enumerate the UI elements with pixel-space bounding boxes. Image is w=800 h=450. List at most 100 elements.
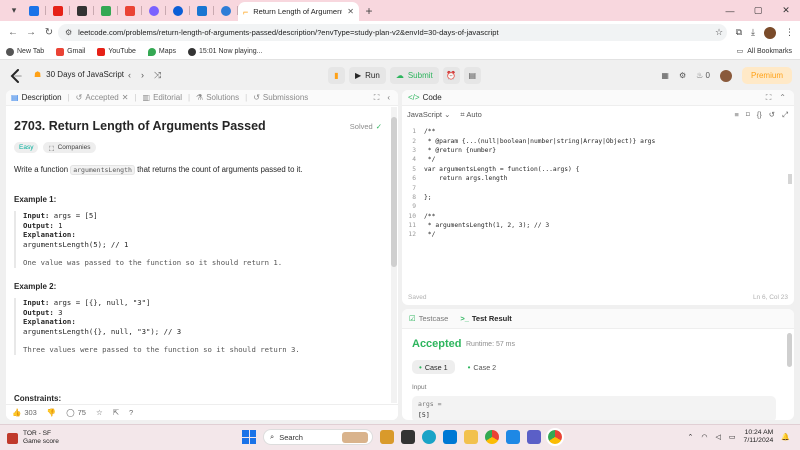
browser-tab-8[interactable] bbox=[190, 0, 214, 21]
description-scrollbar[interactable] bbox=[391, 107, 397, 403]
volume-icon[interactable]: ◁ bbox=[716, 433, 721, 441]
language-select[interactable]: JavaScript ⌄ bbox=[407, 110, 450, 119]
layout-icon[interactable]: ▦ bbox=[661, 71, 669, 80]
bookmark-star-icon[interactable]: ☆ bbox=[711, 27, 727, 38]
download-icon[interactable]: ⤓ bbox=[751, 27, 755, 38]
windows-start-icon[interactable] bbox=[242, 430, 256, 444]
timer-icon[interactable]: ⏰ bbox=[442, 67, 460, 84]
braces-icon[interactable]: {} bbox=[757, 110, 762, 120]
wifi-icon[interactable]: ◠ bbox=[701, 433, 707, 441]
like-button[interactable]: 👍 303 bbox=[12, 408, 37, 417]
chevron-up-icon[interactable]: ⌃ bbox=[688, 433, 694, 441]
auto-mode-toggle[interactable]: ⌗ Auto bbox=[460, 110, 481, 120]
comments-button[interactable]: ◯ 75 bbox=[66, 408, 86, 417]
editor-scroll-marker[interactable] bbox=[788, 174, 792, 184]
battery-icon[interactable]: ▭ bbox=[729, 433, 736, 441]
tab-test-result[interactable]: >_ Test Result bbox=[460, 314, 511, 323]
help-icon[interactable]: ? bbox=[129, 408, 133, 417]
maximize-panel-icon[interactable]: ⛶ bbox=[374, 93, 380, 103]
camera-icon[interactable] bbox=[401, 430, 415, 444]
site-info-icon[interactable]: ⚙ bbox=[65, 28, 72, 37]
weather-widget[interactable]: TOR - SF Game score bbox=[7, 430, 59, 446]
reload-icon[interactable]: ↻ bbox=[40, 27, 58, 38]
browser-tab-9[interactable] bbox=[214, 0, 238, 21]
tab-submissions[interactable]: ↺ Submissions bbox=[253, 93, 308, 102]
study-plan-link[interactable]: ☗ 30 Days of JavaScript bbox=[34, 70, 124, 79]
next-problem-icon[interactable]: › bbox=[141, 70, 144, 81]
close-window-icon[interactable]: ✕ bbox=[772, 5, 800, 16]
store-icon[interactable] bbox=[443, 430, 457, 444]
edge-icon[interactable] bbox=[422, 430, 436, 444]
gallery-icon[interactable] bbox=[380, 430, 394, 444]
tab-editorial[interactable]: ▥ Editorial bbox=[143, 93, 182, 102]
address-bar[interactable]: ⚙ leetcode.com/problems/return-length-of… bbox=[58, 24, 727, 41]
close-tab-icon[interactable]: ✕ bbox=[122, 93, 129, 102]
user-avatar[interactable] bbox=[719, 69, 732, 82]
bookmark-new-tab[interactable]: New Tab bbox=[6, 47, 44, 56]
vscode-icon[interactable] bbox=[506, 430, 520, 444]
file-explorer-icon[interactable] bbox=[464, 430, 478, 444]
settings-gear-icon[interactable]: ⚙ bbox=[679, 71, 686, 80]
prev-problem-icon[interactable]: ‹ bbox=[128, 70, 131, 81]
tab-solutions[interactable]: ⚗ Solutions bbox=[196, 93, 239, 102]
browser-tab-1[interactable] bbox=[22, 0, 46, 21]
chrome-icon[interactable] bbox=[485, 430, 499, 444]
collapse-panel-icon[interactable]: ⌃ bbox=[779, 93, 786, 103]
browser-tab-7[interactable] bbox=[166, 0, 190, 21]
forward-icon[interactable]: → bbox=[22, 27, 40, 38]
shuffle-icon[interactable]: ⤨ bbox=[154, 70, 161, 81]
browser-tab-active[interactable]: ⌐ Return Length of Arguments Pa ✕ bbox=[238, 2, 359, 21]
teams-icon[interactable] bbox=[527, 430, 541, 444]
premium-button[interactable]: Premium bbox=[741, 67, 792, 84]
bookmark-gmail[interactable]: Gmail bbox=[56, 47, 85, 56]
close-tab-icon[interactable]: ✕ bbox=[347, 7, 354, 16]
taskbar-search[interactable]: ⌕ Search bbox=[263, 429, 373, 445]
test-scrollbar[interactable] bbox=[787, 333, 792, 367]
all-bookmarks[interactable]: ▭ All Bookmarks bbox=[737, 47, 792, 56]
code-editor[interactable]: 1 /** 2 * @param {...(null|boolean|number… bbox=[402, 127, 794, 240]
streak-counter[interactable]: ♨ 0 bbox=[696, 71, 710, 80]
reset-icon[interactable]: ↺ bbox=[769, 110, 775, 120]
globe-icon bbox=[6, 47, 14, 56]
maximize-icon[interactable]: ▢ bbox=[744, 5, 772, 16]
bookmark-icon[interactable]: ⌑ bbox=[746, 110, 750, 120]
new-tab-button[interactable]: + bbox=[359, 4, 379, 18]
notes-icon[interactable]: ▤ bbox=[463, 67, 481, 84]
bookmark-now-playing[interactable]: 15:01 Now playing... bbox=[188, 47, 262, 56]
clock[interactable]: 10:24 AM 7/11/2024 bbox=[744, 429, 774, 445]
run-button[interactable]: ▶ Run bbox=[349, 67, 386, 84]
notification-bell-icon[interactable]: 🔔 bbox=[781, 433, 790, 441]
extensions-icon[interactable]: ⧉ bbox=[736, 27, 742, 38]
scrollbar-thumb[interactable] bbox=[391, 117, 397, 267]
tab-search-icon[interactable]: ▾ bbox=[6, 3, 22, 19]
browser-tab-5[interactable] bbox=[118, 0, 142, 21]
tab-accepted[interactable]: ↺ Accepted ✕ bbox=[76, 93, 129, 102]
case-2-tab[interactable]: • Case 2 bbox=[461, 360, 504, 374]
maximize-panel-icon[interactable]: ⛶ bbox=[766, 93, 772, 103]
submit-button[interactable]: ☁ Submit bbox=[389, 67, 439, 84]
case-1-tab[interactable]: • Case 1 bbox=[412, 360, 455, 374]
share-icon[interactable]: ⇱ bbox=[113, 408, 119, 417]
format-icon[interactable]: ≡ bbox=[734, 110, 738, 120]
profile-avatar[interactable] bbox=[764, 26, 776, 39]
bookmark-youtube[interactable]: YouTube bbox=[97, 47, 136, 56]
tab-testcase[interactable]: ☑ Testcase bbox=[409, 314, 448, 323]
minimize-icon[interactable]: — bbox=[716, 6, 744, 16]
star-icon[interactable]: ☆ bbox=[96, 408, 103, 417]
tab-favicon-icon bbox=[197, 5, 207, 16]
chrome-profile-icon[interactable] bbox=[546, 428, 564, 446]
bookmark-maps[interactable]: Maps bbox=[147, 47, 176, 56]
browser-tab-2[interactable] bbox=[46, 0, 70, 21]
companies-tag[interactable]: ⬚ Companies bbox=[43, 142, 96, 153]
collapse-panel-icon[interactable]: ‹ bbox=[387, 93, 390, 103]
fullscreen-icon[interactable]: ⤢ bbox=[782, 110, 788, 120]
menu-kebab-icon[interactable]: ⋮ bbox=[785, 27, 794, 38]
thumbs-down-icon[interactable]: 👎 bbox=[47, 408, 56, 417]
debug-icon[interactable]: ▮ bbox=[328, 67, 345, 84]
browser-tab-4[interactable] bbox=[94, 0, 118, 21]
tab-description[interactable]: ▤ Description bbox=[11, 93, 62, 102]
back-icon[interactable]: ← bbox=[4, 27, 22, 38]
browser-tab-6[interactable] bbox=[142, 0, 166, 21]
browser-tab-3[interactable] bbox=[70, 0, 94, 21]
leetcode-logo-icon[interactable] bbox=[10, 69, 22, 83]
